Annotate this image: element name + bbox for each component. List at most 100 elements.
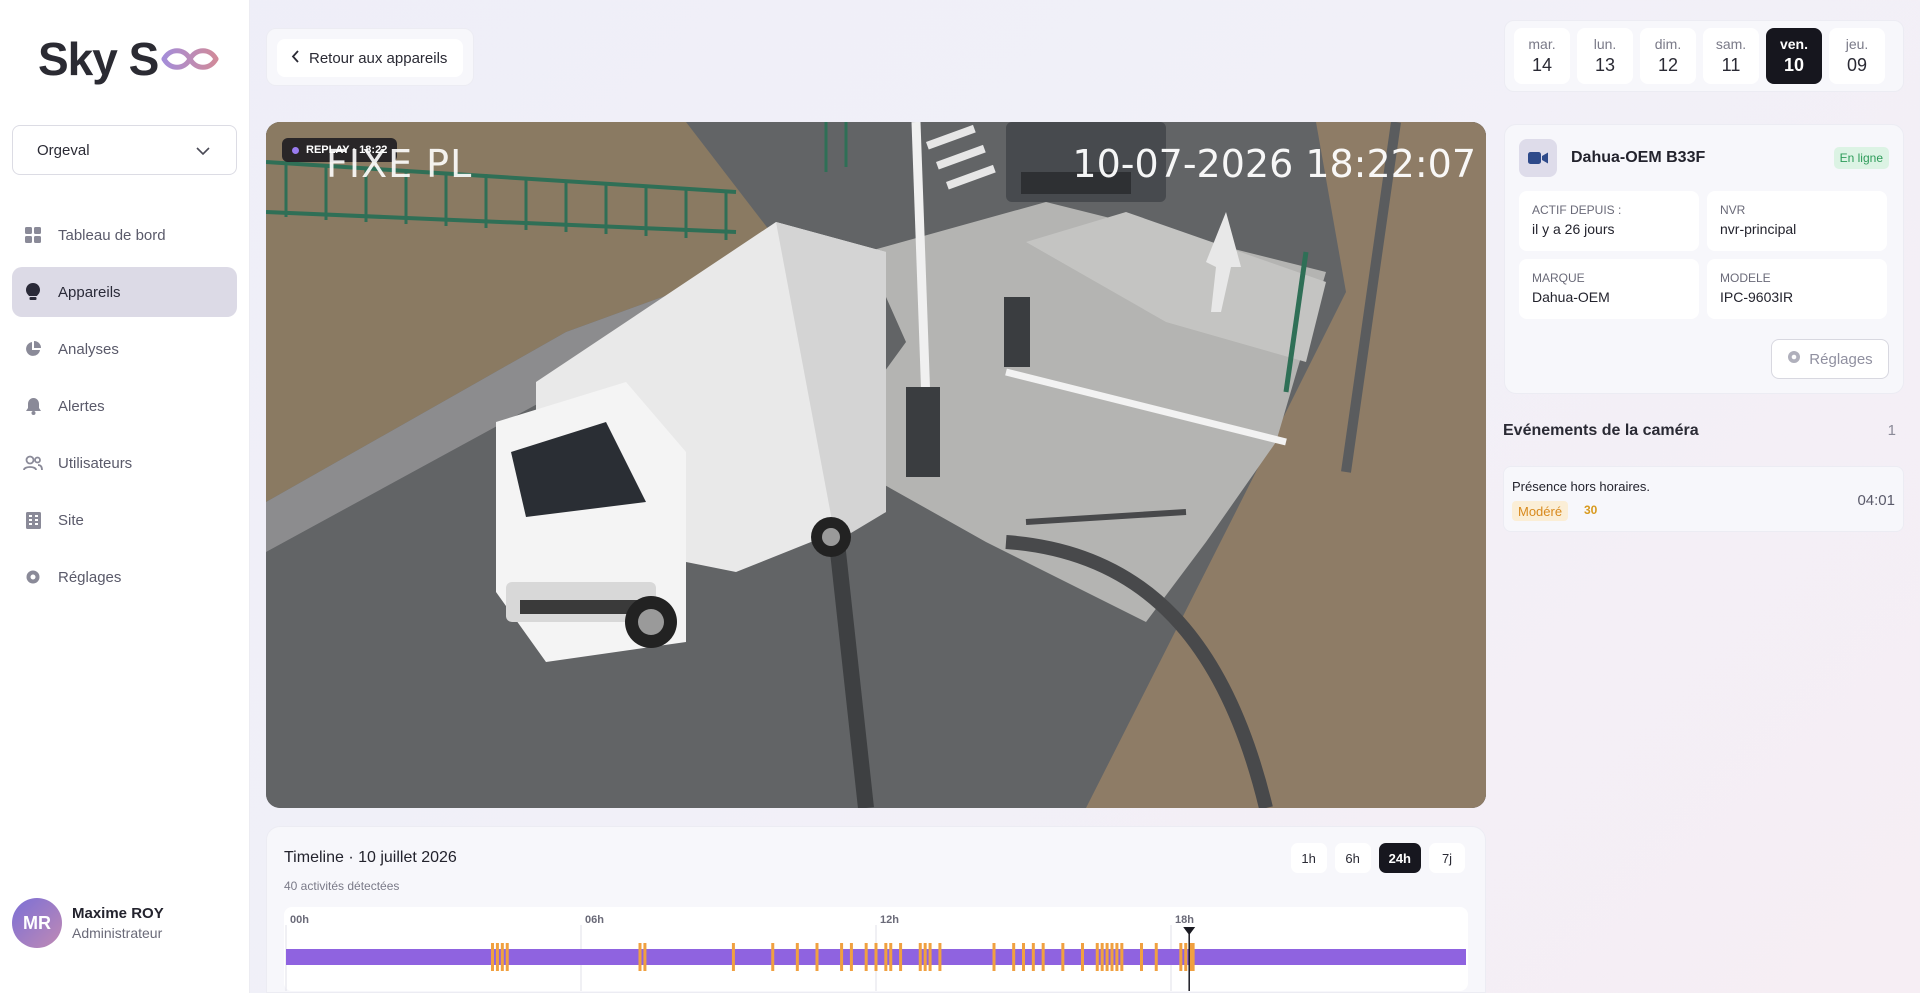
timeline-event-mark[interactable] — [1012, 943, 1016, 971]
range-1h-button[interactable]: 1h — [1290, 843, 1327, 873]
day-selector: mar. 14 lun. 13 dim. 12 sam. 11 ven. 10 jeu. 0… — [1504, 20, 1904, 92]
timeline-event-mark[interactable] — [918, 943, 922, 971]
user-profile[interactable]: MR Maxime ROY Administrateur — [12, 898, 164, 948]
timeline-event-mark[interactable] — [1191, 943, 1195, 971]
timeline-event-mark[interactable] — [771, 943, 775, 971]
timeline-event-mark[interactable] — [505, 943, 509, 971]
timeline-event-mark[interactable] — [899, 943, 903, 971]
day-sun-12[interactable]: dim. 12 — [1640, 28, 1696, 84]
timeline-hour-label: 00h — [290, 914, 309, 926]
camera-info-grid: Actif depuis : il y a 26 jours NVR nvr-p… — [1519, 191, 1887, 319]
pie-chart-icon — [22, 341, 44, 357]
timeline-hour-label: 18h — [1175, 914, 1194, 926]
sidebar-item-label: Utilisateurs — [58, 454, 133, 472]
users-icon — [22, 455, 44, 471]
timeline-event-mark[interactable] — [938, 943, 942, 971]
timeline-event-mark[interactable] — [815, 943, 819, 971]
info-value: IPC-9603IR — [1720, 289, 1794, 305]
camera-header: Dahua-OEM B33F — [1519, 139, 1705, 177]
chevron-left-icon — [291, 49, 299, 67]
timeline-event-mark[interactable] — [491, 943, 494, 971]
day-number: 11 — [1721, 55, 1741, 75]
sidebar-item-settings[interactable]: Réglages — [12, 552, 237, 602]
range-7d-button[interactable]: 7j — [1429, 843, 1465, 873]
sidebar-item-dashboard[interactable]: Tableau de bord — [12, 210, 237, 260]
timeline-hour-label: 12h — [880, 914, 899, 926]
back-button[interactable]: Retour aux appareils — [277, 39, 463, 77]
info-label: Marque — [1532, 271, 1585, 285]
day-mon-13[interactable]: lun. 13 — [1577, 28, 1633, 84]
timeline-event-mark[interactable] — [1041, 943, 1045, 971]
settings-button-label: Réglages — [1809, 350, 1873, 368]
event-severity-badge: Modéré — [1512, 501, 1569, 521]
timeline-event-mark[interactable] — [1179, 943, 1183, 971]
timeline-event-mark[interactable] — [923, 943, 927, 971]
site-select-value: Orgeval — [37, 141, 90, 159]
sidebar-item-label: Tableau de bord — [58, 226, 166, 244]
timeline-event-mark[interactable] — [889, 943, 893, 971]
timeline-event-mark[interactable] — [495, 943, 499, 971]
day-tue-14[interactable]: mar. 14 — [1514, 28, 1570, 84]
timeline-event-mark[interactable] — [1081, 943, 1084, 971]
timeline-event-mark[interactable] — [884, 943, 888, 971]
timeline-event-mark[interactable] — [1110, 943, 1114, 971]
sidebar-item-devices[interactable]: Appareils — [12, 267, 237, 317]
logo-text: Sky S — [38, 33, 159, 85]
timeline-event-mark[interactable] — [638, 943, 642, 971]
sidebar-item-alerts[interactable]: Alertes — [12, 381, 237, 431]
back-button-container: Retour aux appareils — [266, 28, 474, 86]
timeline-event-mark[interactable] — [795, 943, 799, 971]
timeline-playhead-handle[interactable] — [1183, 927, 1196, 935]
timeline-event-mark[interactable] — [731, 943, 735, 971]
range-6h-button[interactable]: 6h — [1334, 843, 1371, 873]
day-thu-09[interactable]: jeu. 09 — [1829, 28, 1885, 84]
day-sat-11[interactable]: sam. 11 — [1703, 28, 1759, 84]
timeline-event-mark[interactable] — [840, 943, 844, 971]
timeline-event-mark[interactable] — [643, 943, 647, 971]
info-nvr: NVR nvr-principal — [1707, 191, 1887, 251]
range-24h-button[interactable]: 24h — [1378, 843, 1421, 873]
info-model: Modele IPC-9603IR — [1707, 259, 1887, 319]
timeline-range-selector: 1h 6h 24h 7j — [1290, 843, 1465, 873]
bell-icon — [22, 397, 44, 415]
event-item[interactable]: Présence hors horaires. Modéré 30 04:01 — [1503, 466, 1904, 532]
timeline-event-mark[interactable] — [1095, 943, 1099, 971]
timeline-event-mark[interactable] — [992, 943, 996, 971]
timeline-event-mark[interactable] — [1115, 943, 1119, 971]
lightbulb-icon — [22, 283, 44, 301]
timeline-event-mark[interactable] — [1140, 943, 1143, 971]
timeline-event-mark[interactable] — [864, 943, 868, 971]
timeline-event-mark[interactable] — [1031, 943, 1035, 971]
timeline-event-mark[interactable] — [1100, 943, 1104, 971]
sidebar-item-site[interactable]: Site — [12, 495, 237, 545]
user-role: Administrateur — [72, 925, 163, 941]
day-number: 09 — [1846, 55, 1868, 75]
sidebar-item-users[interactable]: Utilisateurs — [12, 438, 237, 488]
timeline-event-mark[interactable] — [874, 943, 878, 971]
timeline-event-mark[interactable] — [1105, 943, 1109, 971]
camera-settings-button[interactable]: Réglages — [1771, 339, 1889, 379]
info-active-since: Actif depuis : il y a 26 jours — [1519, 191, 1699, 251]
brand-logo[interactable]: Sky S — [38, 33, 222, 85]
timeline-event-mark[interactable] — [1184, 943, 1188, 971]
user-name: Maxime ROY — [72, 905, 164, 922]
timeline-event-mark[interactable] — [1154, 943, 1158, 971]
status-badge: En ligne — [1833, 147, 1889, 169]
sidebar-item-analytics[interactable]: Analyses — [12, 324, 237, 374]
info-label: Modele — [1720, 271, 1771, 285]
timeline-event-mark[interactable] — [928, 943, 932, 971]
timeline-event-mark[interactable] — [1120, 943, 1124, 971]
camera-info-card: Dahua-OEM B33F En ligne Actif depuis : i… — [1504, 124, 1904, 394]
sidebar-nav: Tableau de bord Appareils Analyses Alert… — [12, 210, 237, 609]
day-fri-10[interactable]: ven. 10 — [1766, 28, 1822, 84]
camera-overlay-timestamp: 10-07-2026 18:22:07 — [1072, 142, 1476, 186]
timeline-event-mark[interactable] — [1061, 943, 1065, 971]
timeline-event-mark[interactable] — [500, 943, 504, 971]
timeline-event-mark[interactable] — [849, 943, 853, 971]
timeline-event-mark[interactable] — [1022, 943, 1025, 971]
timeline-track[interactable]: 00h 06h 12h 18h — [284, 907, 1468, 991]
site-select[interactable]: Orgeval — [12, 125, 237, 175]
user-info: Maxime ROY Administrateur — [72, 905, 164, 941]
camera-video-player[interactable]: REPLAY · 18:22 FIXE PL 10-07-2026 18:22:… — [266, 122, 1486, 808]
sidebar-item-label: Analyses — [58, 340, 119, 358]
